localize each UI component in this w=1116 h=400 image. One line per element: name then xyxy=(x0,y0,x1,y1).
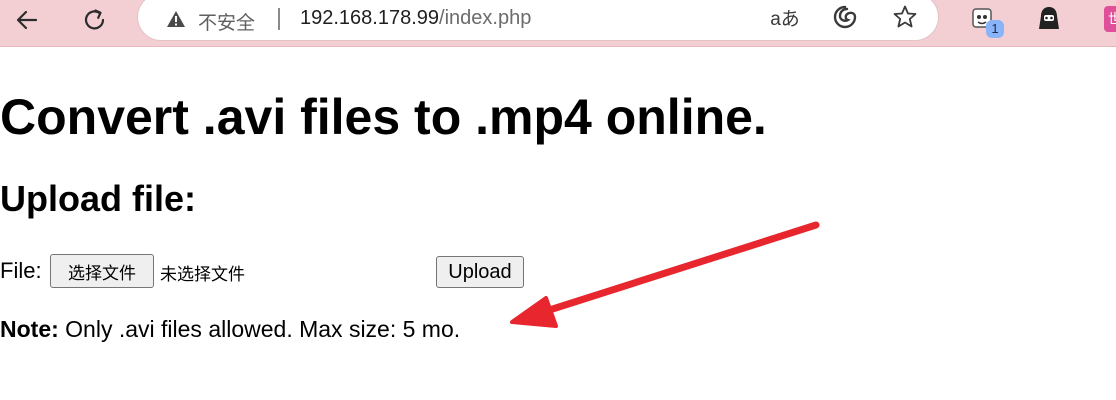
annotation-arrow-head xyxy=(510,296,558,328)
annotation-arrow xyxy=(510,221,820,328)
annotation-arrow-shaft xyxy=(536,221,820,317)
